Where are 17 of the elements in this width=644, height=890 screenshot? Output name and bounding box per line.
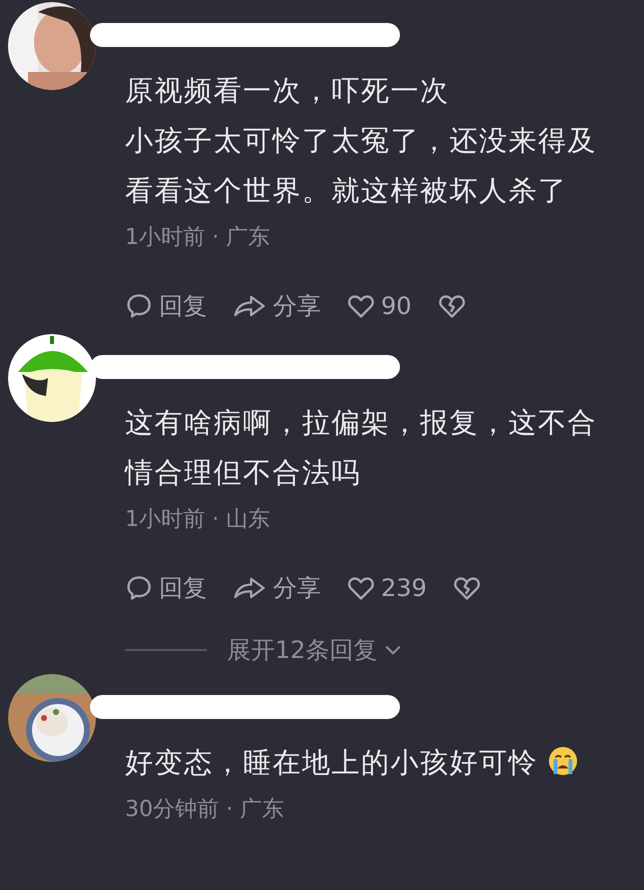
speech-bubble-icon [125, 574, 153, 602]
comment-meta: 1小时前 · 广东 [125, 224, 271, 252]
reply-button[interactable]: 回复 [125, 290, 207, 322]
like-button[interactable]: 239 [347, 574, 427, 602]
comment-text: 小孩子太可怜了太冤了，还没来得及看看这个世界。就这样被坏人杀了 [125, 123, 598, 209]
comment-meta: 30分钟前 · 广东 [125, 796, 285, 824]
reply-button[interactable]: 回复 [125, 572, 207, 604]
comment-text: 这有啥病啊，拉偏架，报复，这不合情合理但不合法吗 [125, 405, 598, 491]
share-button[interactable]: 分享 [233, 290, 321, 322]
comment-meta: 1小时前 · 山东 [125, 506, 271, 534]
chevron-down-icon [384, 644, 402, 656]
like-button[interactable]: 90 [347, 292, 412, 320]
share-button[interactable]: 分享 [233, 572, 321, 604]
speech-bubble-icon [125, 292, 153, 320]
comment-text: 原视频看一次，吓死一次 [125, 73, 450, 109]
comment-text: 好变态，睡在地上的小孩好可怜 [125, 738, 578, 788]
expand-replies-link[interactable]: 展开12条回复 [227, 634, 402, 666]
